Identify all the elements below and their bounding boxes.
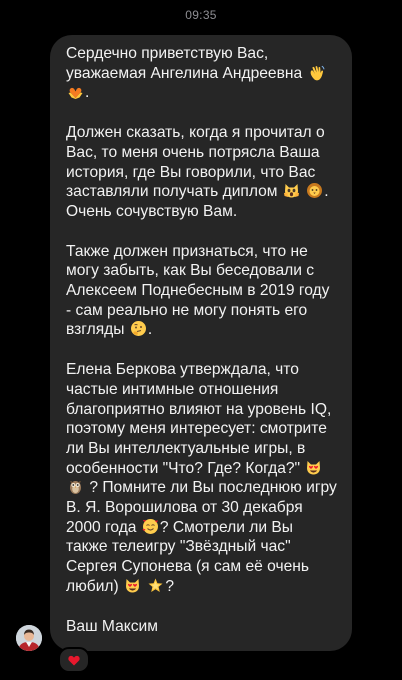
message-line: Сергея Супонева (я сам её очень [66, 558, 310, 576]
message-line: Также должен признаться, что не [66, 242, 308, 260]
lion-emoji [306, 182, 323, 199]
message-line: Должен сказать, когда я прочитал о [66, 124, 325, 142]
glowing-star-emoji [147, 577, 164, 594]
message-paragraph-sympathy: Должен сказать, когда я прочитал о Вас, … [66, 123, 340, 222]
waving-hand-emoji [308, 64, 325, 81]
message-line: история, где Вы говорили, что Вас [66, 163, 316, 181]
message-line: Елена Беркова утверждала, что [66, 361, 299, 379]
message-line: также телеигру "Звёздный час" [66, 538, 291, 556]
message-bubble[interactable]: Сердечно приветствую Вас, уважаемая Анге… [50, 35, 352, 651]
message-paragraph-confession: Также должен признаться, что не могу заб… [66, 242, 340, 341]
heart-eyes-cat-emoji [305, 459, 322, 476]
thinking-face-emoji [130, 320, 147, 337]
message-line: уважаемая Ангелина Андреевна [66, 64, 340, 84]
message-line: ? Помните ли Вы последнюю игру [66, 478, 340, 498]
sender-avatar[interactable] [16, 625, 42, 651]
message-paragraph-signature: Ваш Максим [66, 617, 340, 637]
message-line: взгляды . [66, 320, 153, 339]
message-paragraph-questions: Елена Беркова утверждала, что частые инт… [66, 360, 340, 596]
owl-emoji [67, 478, 84, 495]
message-line: особенности "Что? Где? Когда?" [66, 459, 340, 479]
message-line: заставляли получать диплом . [66, 182, 329, 201]
message-line: Алексеем Поднебесным в 2019 году [66, 282, 330, 300]
message-line: частые интимные отношения [66, 380, 279, 398]
message-paragraph-greeting: Сердечно приветствую Вас, уважаемая Анге… [66, 44, 340, 103]
smiling-face-with-hearts-emoji [141, 518, 159, 535]
message-line: 2000 года ? Смотрели ли Вы [66, 518, 293, 536]
message-line: ли Вы интеллектуальные игры, в [66, 439, 306, 457]
message-line: - сам реально не могу понять его [66, 301, 308, 319]
message-line: могу забыть, как Вы беседовали с [66, 262, 315, 280]
heart-hands-emoji [67, 83, 84, 100]
message-line: поэтому меня интересует: смотрите [66, 420, 327, 438]
heart-reaction[interactable] [58, 647, 90, 673]
heart-icon [68, 655, 80, 665]
message-signature: Ваш Максим [66, 617, 158, 635]
message-line: . [66, 83, 340, 103]
heart-eyes-cat-emoji [124, 577, 141, 594]
message-line: Очень сочувствую Вам. [66, 202, 238, 220]
message-line: В. Я. Ворошилова от 30 декабря [66, 499, 303, 517]
message-line: Сердечно приветствую Вас, [66, 45, 269, 62]
message-line: благоприятно влияют на уровень IQ, [66, 400, 332, 418]
weary-cat-emoji [283, 182, 300, 199]
message-line: Вас, то меня очень потрясла Ваша [66, 143, 320, 161]
message-timestamp: 09:35 [185, 8, 217, 22]
message-line: любил) ? [66, 577, 175, 595]
